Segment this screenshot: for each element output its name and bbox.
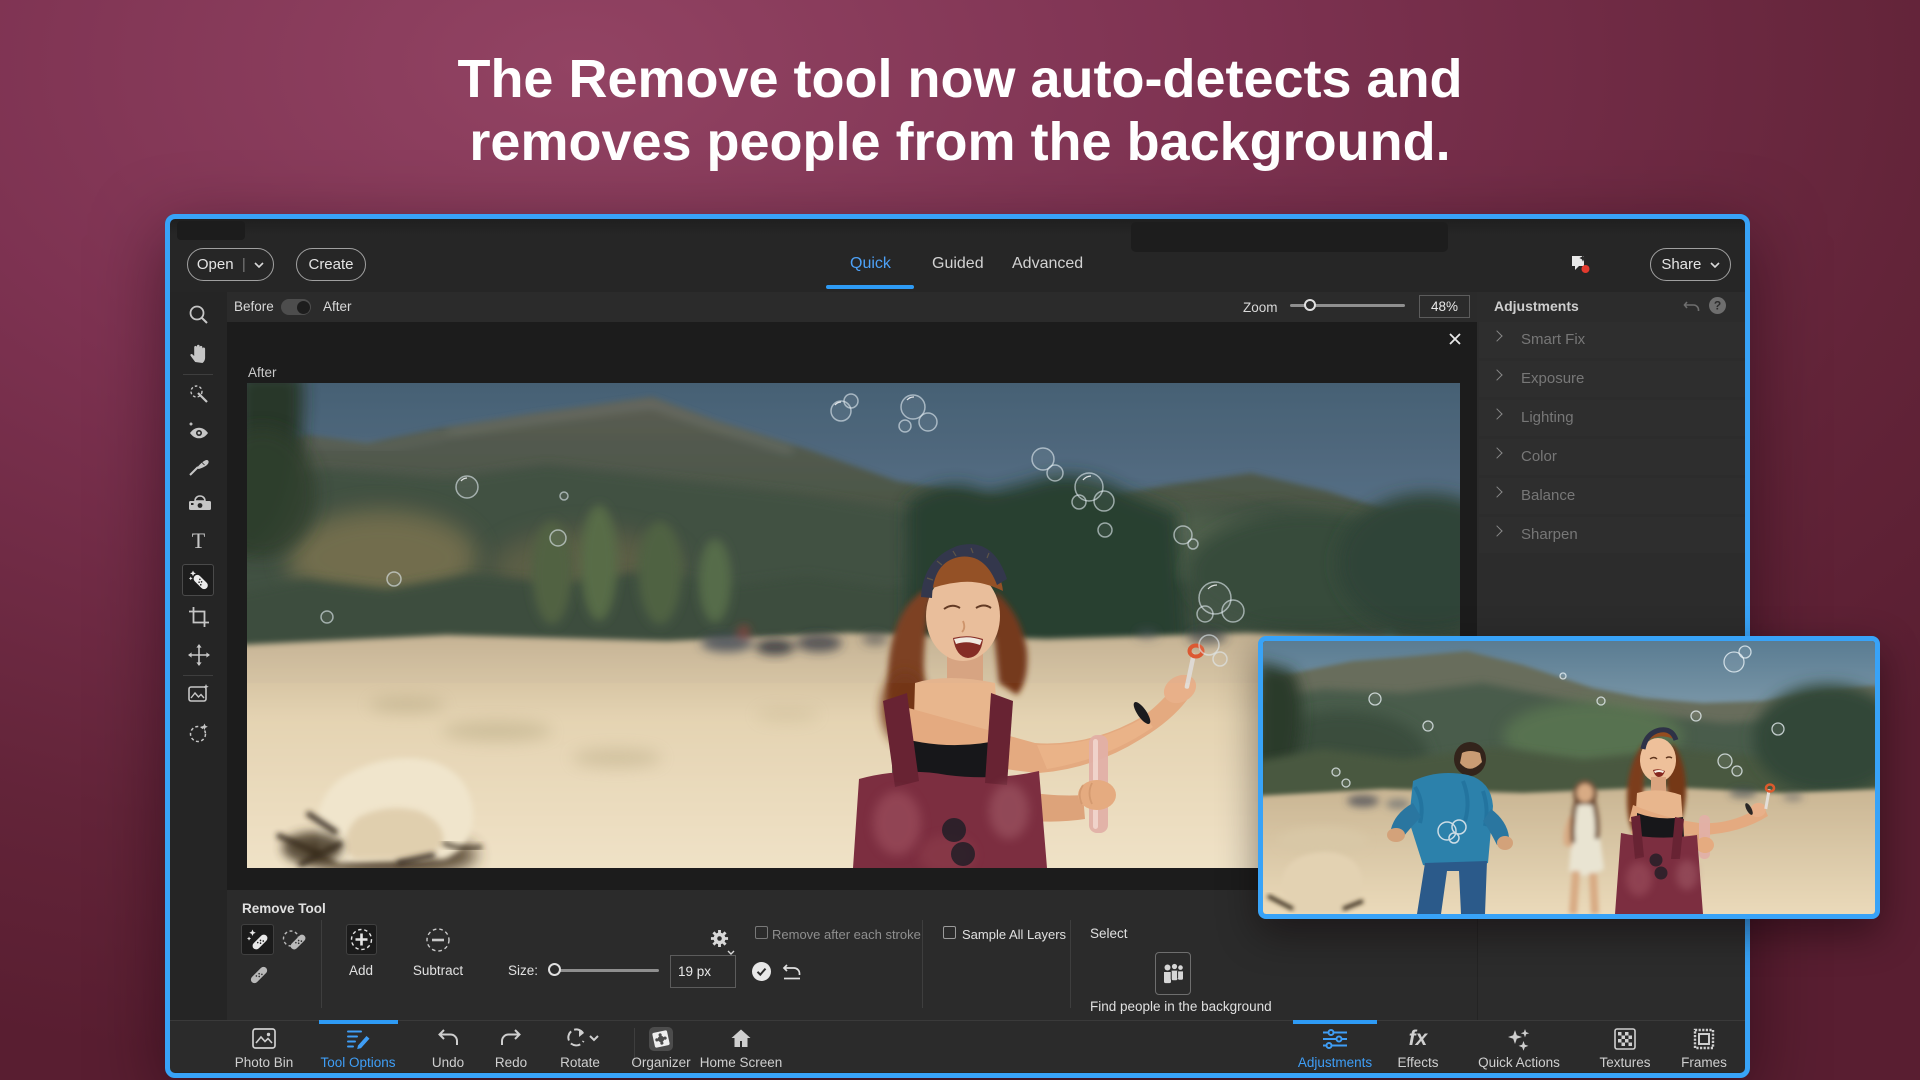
svg-text:?: ? — [1714, 299, 1721, 313]
